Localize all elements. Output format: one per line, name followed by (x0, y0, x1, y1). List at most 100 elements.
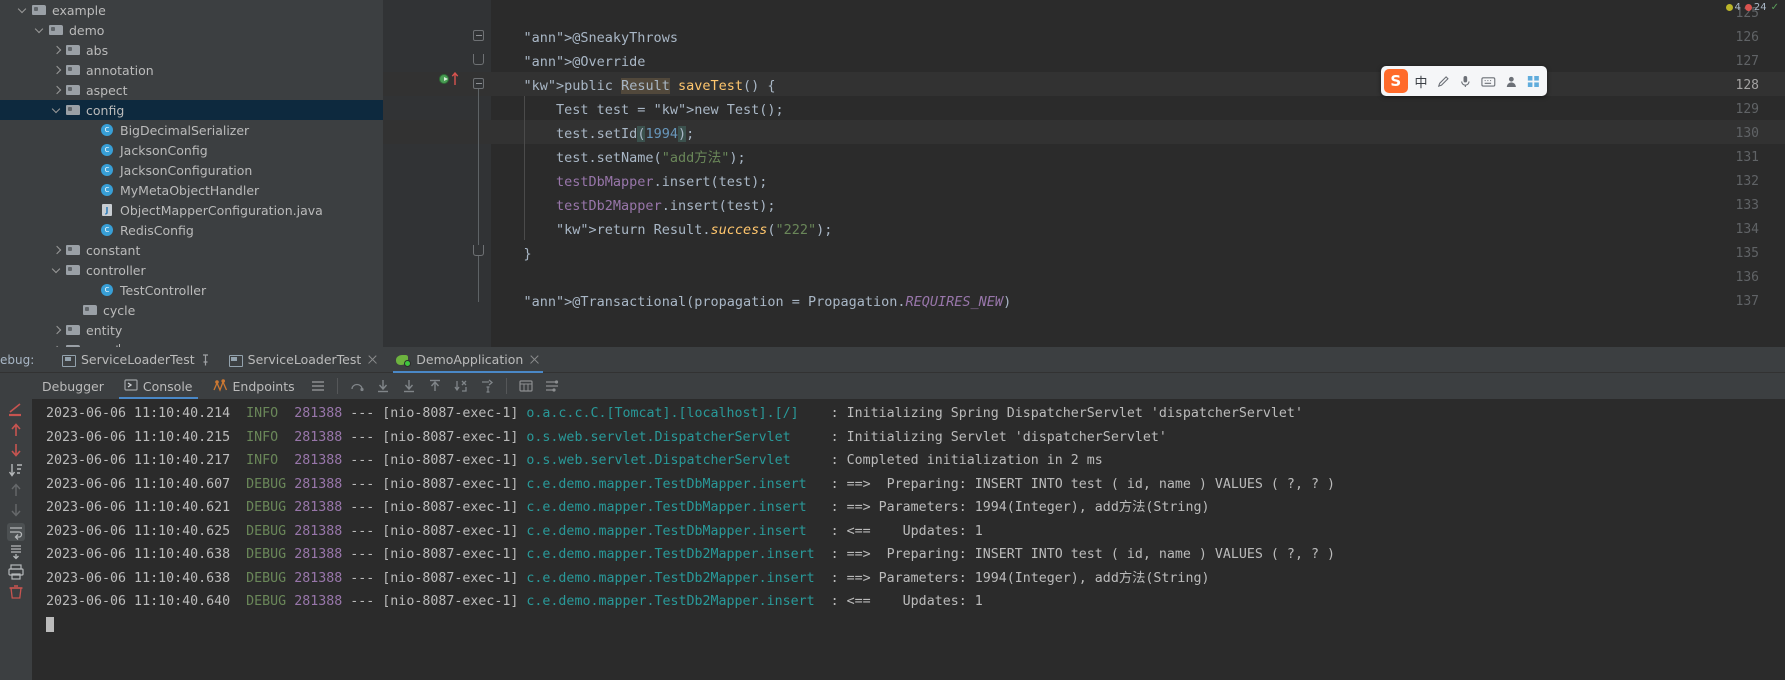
run-method-icon[interactable] (439, 74, 449, 84)
evaluate-icon[interactable] (518, 378, 534, 394)
console-line: 2023-06-06 11:10:40.638 DEBUG 281388 ---… (32, 543, 1785, 567)
down-icon[interactable] (7, 501, 25, 519)
sort-icon[interactable] (7, 461, 25, 479)
tree-item-jacksonconfig[interactable]: JacksonConfig (0, 140, 383, 160)
code-line[interactable]: "kw">public Result saveTest() { (491, 74, 776, 98)
tree-item-config[interactable]: config (0, 100, 383, 120)
close-icon[interactable] (529, 354, 540, 365)
pin-icon[interactable] (201, 353, 210, 366)
tree-item-demo[interactable]: demo (0, 20, 383, 40)
sogou-ime-widget[interactable]: S 中 (1381, 66, 1547, 96)
code-line[interactable]: "ann">@Override (491, 50, 646, 74)
microphone-icon[interactable] (1458, 74, 1473, 89)
tree-item-entity[interactable]: entity (0, 320, 383, 340)
tree-item-abs[interactable]: abs (0, 40, 383, 60)
tree-item-cycle[interactable]: cycle (0, 300, 383, 320)
tree-item-aspect[interactable]: aspect (0, 80, 383, 100)
run-tab-serviceloadertest-1[interactable]: ServiceLoaderTest (219, 347, 388, 373)
log-logger: c.e.demo.mapper.TestDb2Mapper.insert (526, 547, 831, 562)
layout-icon[interactable] (310, 378, 326, 394)
run-tab-serviceloadertest-0[interactable]: ServiceLoaderTest (52, 347, 219, 373)
close-icon[interactable] (367, 354, 378, 365)
chevron-right-icon[interactable] (52, 245, 63, 256)
code-line[interactable]: } (491, 242, 532, 266)
code-line[interactable]: "ann">@SneakyThrows (491, 26, 678, 50)
code-editor[interactable]: 125 126 127 128 129 130 131 132 133 134 135 136 137 … (383, 0, 1785, 347)
debug-tab-console[interactable]: Console (114, 373, 203, 399)
scroll-up-icon[interactable] (7, 421, 25, 439)
log-pid: 281388 (294, 523, 343, 539)
fold-marker-128[interactable] (473, 78, 484, 89)
chevron-right-icon[interactable] (52, 85, 63, 96)
run-to-cursor-icon[interactable] (479, 378, 495, 394)
scroll-down-icon[interactable] (7, 441, 25, 459)
ime-mode-label[interactable]: 中 (1415, 72, 1428, 91)
fold-end-135[interactable] (473, 245, 484, 256)
console-gutter-toolbar[interactable] (0, 399, 32, 680)
pen-icon[interactable] (1436, 74, 1451, 89)
tree-item-annotation[interactable]: annotation (0, 60, 383, 80)
settings-icon[interactable] (544, 378, 560, 394)
code-line[interactable]: test.setName("add方法"); (491, 146, 746, 170)
scroll-end-icon[interactable] (7, 543, 25, 561)
code-line[interactable]: testDbMapper.insert(test); (491, 170, 767, 194)
chevron-right-icon[interactable] (52, 65, 63, 76)
step-into-icon[interactable] (375, 378, 391, 394)
code-line[interactable]: Test test = "kw">new Test(); (491, 98, 784, 122)
chevron-down-icon[interactable] (18, 5, 29, 16)
log-timestamp: 2023-06-06 11:10:40.217 (46, 453, 231, 468)
run-tab-demoapplication-2[interactable]: DemoApplication (387, 347, 549, 373)
fold-marker-126[interactable] (473, 30, 484, 41)
error-count: 24 (1753, 1, 1767, 13)
clear-all-icon[interactable] (7, 583, 25, 601)
code-line[interactable]: test.setId(1994); (491, 122, 694, 146)
chevron-right-icon[interactable] (52, 325, 63, 336)
chevron-down-icon[interactable] (35, 25, 46, 36)
code-line[interactable]: testDb2Mapper.insert(test); (491, 194, 775, 218)
editor-gutter[interactable] (383, 0, 467, 347)
fold-end-127[interactable] (473, 54, 484, 65)
tree-item-label: RedisConfig (120, 222, 194, 238)
fold-strip[interactable] (467, 0, 491, 347)
console-input-line[interactable] (32, 614, 1785, 638)
tree-item-constant[interactable]: constant (0, 240, 383, 260)
step-out-icon[interactable] (427, 378, 443, 394)
tree-item-example[interactable]: example (0, 0, 383, 20)
tree-item-objectmapperconfiguration-java[interactable]: ObjectMapperConfiguration.java (0, 200, 383, 220)
tree-item-testcontroller[interactable]: TestController (0, 280, 383, 300)
tree-item-label: BigDecimalSerializer (120, 122, 250, 138)
console-output[interactable]: 2023-06-06 11:10:40.214 INFO 281388 --- … (32, 399, 1785, 680)
inspection-status-widget[interactable]: 4 24 ✓ (1725, 0, 1779, 14)
sogou-logo-icon[interactable]: S (1384, 69, 1408, 93)
code-line[interactable]: "kw">return Result.success("222"); (491, 218, 832, 242)
tree-item-controller[interactable]: controller (0, 260, 383, 280)
debug-tab-endpoints[interactable]: Endpoints (203, 373, 305, 399)
chevron-down-icon[interactable] (52, 265, 63, 276)
up-icon[interactable] (7, 481, 25, 499)
user-icon[interactable] (1504, 74, 1519, 89)
debug-view-tabs[interactable]: Debugger Console Endpoints (32, 373, 305, 399)
tree-item-jacksonconfiguration[interactable]: JacksonConfiguration (0, 160, 383, 180)
rerun-icon[interactable] (7, 401, 25, 419)
print-icon[interactable] (7, 563, 25, 581)
chevron-right-icon[interactable] (52, 45, 63, 56)
force-step-into-icon[interactable] (401, 378, 417, 394)
run-tabs[interactable]: ServiceLoaderTest ServiceLoaderTest DemoAp… (52, 347, 549, 373)
log-separator: --- (350, 523, 375, 539)
keyboard-icon[interactable] (1481, 74, 1496, 89)
implementing-method-icon[interactable] (451, 72, 459, 86)
code-line[interactable]: "ann">@Transactional(propagation = Propa… (491, 290, 1012, 314)
step-over-icon[interactable] (349, 378, 365, 394)
project-tree[interactable]: example demo abs annotation aspect config BigD… (0, 0, 383, 347)
drop-frame-icon[interactable] (453, 378, 469, 394)
soft-wrap-icon[interactable] (7, 523, 25, 541)
chevron-down-icon[interactable] (52, 105, 63, 116)
tree-item-bigdecimalserializer[interactable]: BigDecimalSerializer (0, 120, 383, 140)
grid-icon[interactable] (1526, 74, 1541, 89)
debug-tab-debugger[interactable]: Debugger (32, 373, 114, 399)
gutter-run-marker[interactable] (439, 71, 465, 89)
tree-item-redisconfig[interactable]: RedisConfig (0, 220, 383, 240)
tree-item-mymetaobjecthandler[interactable]: MyMetaObjectHandler (0, 180, 383, 200)
